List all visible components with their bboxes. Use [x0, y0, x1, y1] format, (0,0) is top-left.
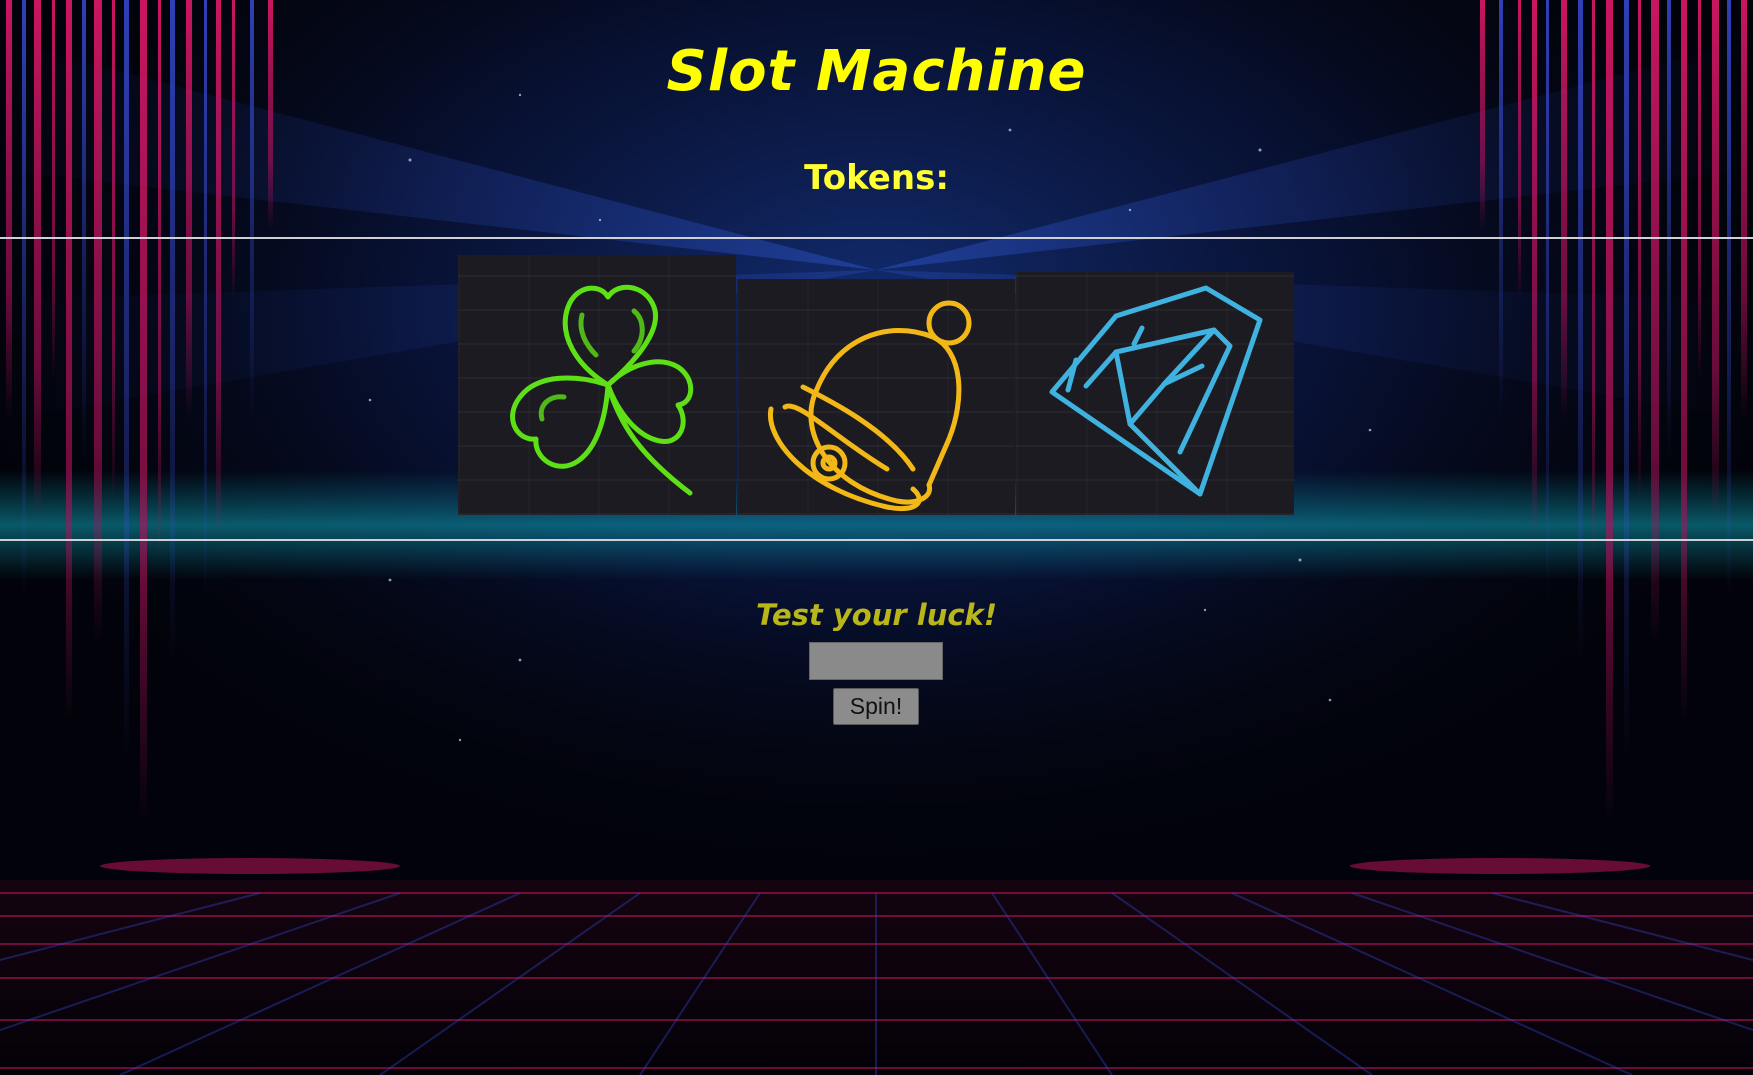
bottom-divider	[0, 539, 1753, 541]
tokens-label: Tokens:	[804, 158, 949, 198]
clover-icon	[510, 284, 694, 496]
bell-icon	[767, 300, 972, 512]
spin-button[interactable]: Spin!	[833, 688, 919, 725]
reel-3	[1016, 272, 1294, 515]
top-divider	[0, 237, 1753, 239]
diamond-icon	[1049, 285, 1263, 497]
reel-1	[458, 255, 736, 515]
page-title: Slot Machine	[666, 39, 1087, 104]
bet-input[interactable]	[809, 642, 943, 680]
luck-prompt: Test your luck!	[755, 598, 998, 632]
reel-2	[737, 279, 1015, 515]
